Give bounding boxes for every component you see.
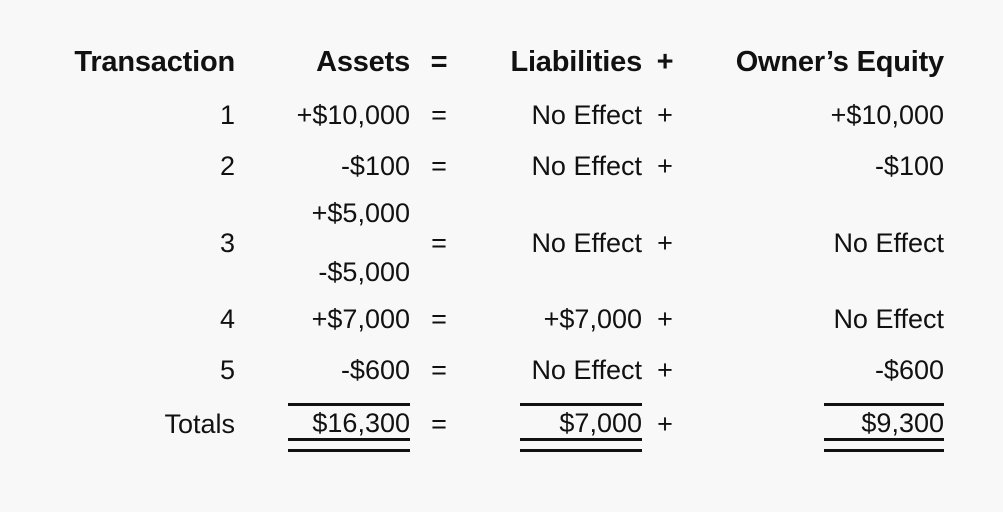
column-header-assets: Assets xyxy=(316,45,410,78)
cell-liabilities: +$7,000 xyxy=(543,304,642,334)
cell-owners-equity: +$10,000 xyxy=(830,100,944,130)
column-header-plus-operator: + xyxy=(656,45,674,78)
cell-owners-equity: -$100 xyxy=(874,151,944,181)
equals-operator: = xyxy=(431,304,447,334)
table-body: 1 +$10,000 = No Effect + +$10,000 2 -$10… xyxy=(0,90,1003,452)
plus-operator: + xyxy=(657,227,673,258)
table-row: 2 -$100 = No Effect + -$100 xyxy=(0,141,1003,192)
plus-operator: + xyxy=(657,304,673,334)
table-row: 1 +$10,000 = No Effect + +$10,000 xyxy=(0,90,1003,141)
row-label: 4 xyxy=(219,304,235,334)
cell-liabilities: No Effect xyxy=(531,100,642,130)
assets-stack: +$5,000 -$5,000 xyxy=(236,200,410,286)
plus-operator: + xyxy=(657,355,673,385)
table-header: Transaction Assets = Liabilities + Owner… xyxy=(0,36,1003,90)
row-label: 3 xyxy=(219,227,235,258)
column-header-equals-operator: = xyxy=(430,45,448,78)
totals-row: Totals $16,300 = $7,000 + $9,300 xyxy=(0,396,1003,452)
totals-liabilities-value: $7,000 xyxy=(559,408,642,438)
column-header-owners-equity: Owner’s Equity xyxy=(735,45,945,78)
column-header-transaction: Transaction xyxy=(74,45,235,78)
plus-operator: + xyxy=(657,151,673,181)
row-label: 5 xyxy=(219,355,235,385)
column-header-liabilities: Liabilities xyxy=(510,45,642,78)
totals-owners-equity-rule: $9,300 xyxy=(824,403,944,452)
cell-owners-equity: -$600 xyxy=(874,355,944,385)
equals-operator: = xyxy=(431,355,447,385)
cell-liabilities: No Effect xyxy=(531,355,642,385)
table-row: 3 +$5,000 -$5,000 = No Effect + No Effec… xyxy=(0,192,1003,294)
totals-owners-equity: $9,300 xyxy=(688,396,1003,452)
row-label: 2 xyxy=(219,151,235,181)
accounting-equation-table: Transaction Assets = Liabilities + Owner… xyxy=(0,36,1003,452)
cell-owners-equity: No Effect xyxy=(833,304,944,334)
cell-assets-top: +$5,000 xyxy=(311,198,410,228)
cell-liabilities: No Effect xyxy=(531,227,642,258)
accounting-equation-sheet: Transaction Assets = Liabilities + Owner… xyxy=(0,0,1003,512)
equals-operator: = xyxy=(431,227,447,258)
equals-operator: = xyxy=(431,100,447,130)
totals-assets-value: $16,300 xyxy=(312,408,410,438)
totals-assets: $16,300 xyxy=(236,396,416,452)
cell-assets-stacked: +$5,000 -$5,000 xyxy=(236,192,416,294)
cell-assets: +$7,000 xyxy=(311,304,410,334)
cell-assets: -$600 xyxy=(340,355,410,385)
table-row: 5 -$600 = No Effect + -$600 xyxy=(0,345,1003,396)
cell-owners-equity: No Effect xyxy=(833,227,944,258)
cell-assets: +$10,000 xyxy=(296,100,410,130)
totals-owners-equity-value: $9,300 xyxy=(861,408,944,438)
totals-liabilities: $7,000 xyxy=(462,396,642,452)
cell-assets: -$100 xyxy=(340,151,410,181)
plus-operator: + xyxy=(657,408,673,439)
equals-operator: = xyxy=(431,408,447,439)
totals-label: Totals xyxy=(164,408,235,439)
cell-liabilities: No Effect xyxy=(531,151,642,181)
plus-operator: + xyxy=(657,100,673,130)
row-label: 1 xyxy=(219,100,235,130)
totals-liabilities-rule: $7,000 xyxy=(520,403,642,452)
equals-operator: = xyxy=(431,151,447,181)
header-row: Transaction Assets = Liabilities + Owner… xyxy=(0,36,1003,90)
table-row: 4 +$7,000 = +$7,000 + No Effect xyxy=(0,294,1003,345)
totals-assets-rule: $16,300 xyxy=(288,403,410,452)
cell-assets-bottom: -$5,000 xyxy=(318,257,410,287)
